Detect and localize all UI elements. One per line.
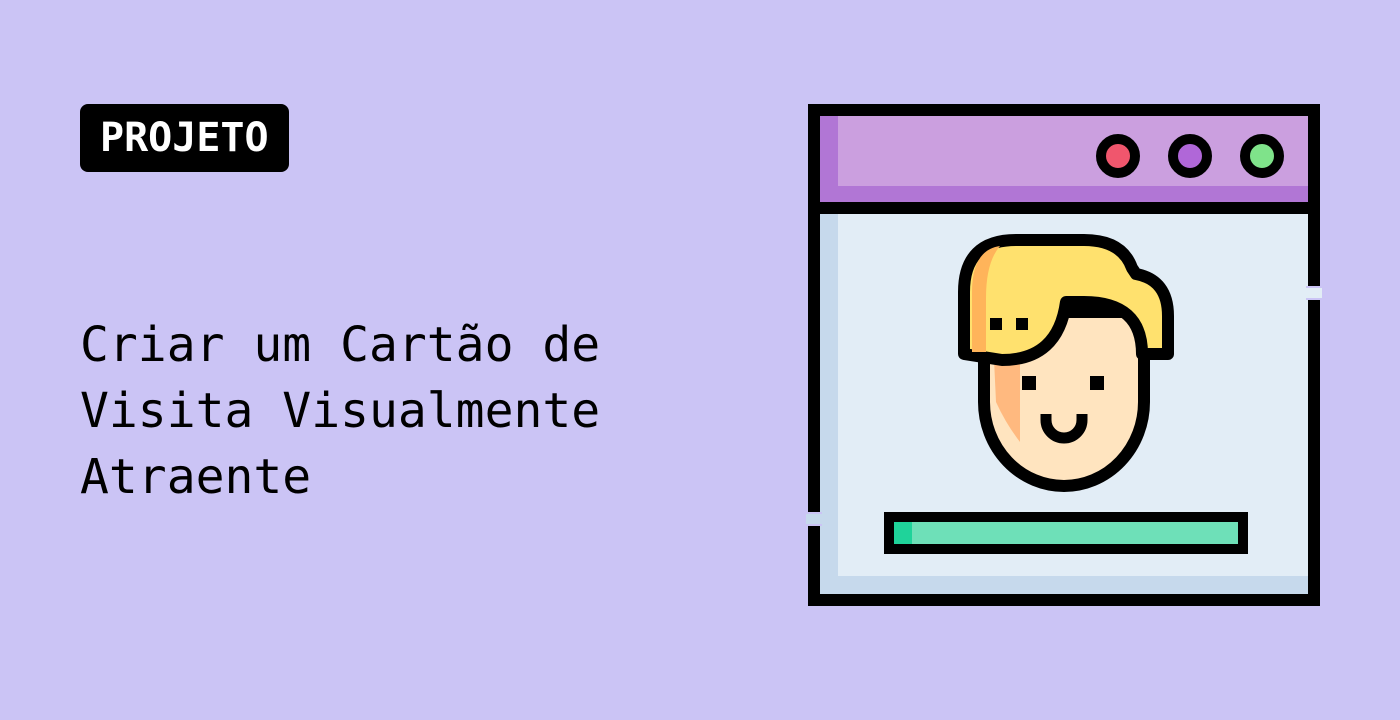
page-title-line-2: Visita Visualmente [80, 383, 601, 439]
purple-dot-icon [1168, 134, 1212, 178]
category-badge: PROJETO [80, 104, 289, 172]
frame-gap-right-fill [1306, 288, 1322, 298]
hair-mark-1 [990, 318, 1002, 330]
frame-gap-left-fill [806, 514, 822, 524]
name-bar-accent [894, 522, 912, 544]
left-eye-icon [1022, 376, 1036, 390]
page-canvas: PROJETO Criar um Cartão de Visita Visual… [0, 0, 1400, 720]
page-title-line-1: Criar um Cartão de [80, 317, 601, 373]
hair-mark-2 [1016, 318, 1028, 330]
page-title: Criar um Cartão de Visita Visualmente At… [80, 312, 720, 510]
profile-window-icon [806, 104, 1322, 606]
name-bar-fill [894, 522, 1238, 544]
right-eye-icon [1090, 376, 1104, 390]
red-dot-icon [1096, 134, 1140, 178]
green-dot-icon [1240, 134, 1284, 178]
category-badge-label: PROJETO [100, 115, 269, 161]
page-title-line-3: Atraente [80, 449, 312, 505]
